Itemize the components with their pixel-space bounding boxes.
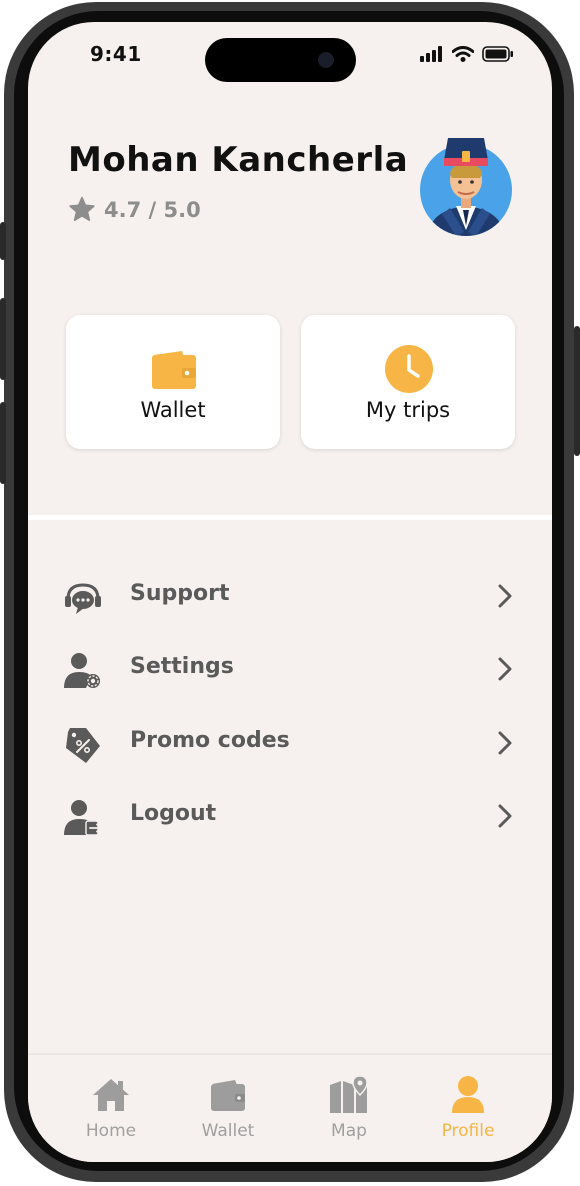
menu-item-logout[interactable]: Logout — [28, 789, 552, 845]
menu-item-settings[interactable]: Settings — [28, 642, 552, 698]
rating-value: 4.7 / 5.0 — [104, 197, 201, 222]
menu-item-promo-codes[interactable]: Promo codes — [28, 716, 552, 772]
action-button — [0, 222, 6, 260]
profile-rating: 4.7 / 5.0 — [68, 196, 201, 223]
nav-label-profile: Profile — [441, 1121, 495, 1141]
nav-tab-map[interactable]: Map — [299, 1075, 399, 1141]
menu-label-promo-codes: Promo codes — [130, 728, 290, 753]
support-chat-icon — [65, 583, 101, 614]
nav-label-home: Home — [85, 1121, 137, 1141]
nav-tab-home[interactable]: Home — [61, 1075, 161, 1141]
user-settings-icon — [64, 653, 100, 688]
menu-label-logout: Logout — [130, 801, 217, 826]
bottom-nav: Home Wallet Map Profile — [28, 1053, 552, 1162]
wifi-icon — [452, 46, 474, 62]
profile-name: Mohan Kancherla — [68, 140, 409, 180]
status-icons — [420, 46, 514, 62]
dynamic-island — [205, 38, 356, 82]
menu-label-support: Support — [130, 581, 230, 606]
wallet-card[interactable]: Wallet — [66, 315, 280, 449]
nav-tab-profile[interactable]: Profile — [418, 1075, 518, 1141]
chevron-right-icon — [498, 584, 512, 608]
promo-tag-icon — [66, 728, 100, 763]
volume-down-button — [0, 402, 6, 484]
menu-label-settings: Settings — [130, 654, 234, 679]
profile-icon — [452, 1076, 484, 1113]
nav-label-map: Map — [331, 1121, 367, 1141]
clock-icon — [385, 345, 433, 393]
nav-label-wallet: Wallet — [201, 1121, 255, 1141]
driver-avatar-icon[interactable] — [420, 136, 512, 236]
chevron-right-icon — [498, 657, 512, 681]
wallet-icon — [152, 351, 196, 389]
battery-icon — [482, 46, 513, 62]
section-divider — [28, 515, 552, 520]
home-icon — [93, 1079, 129, 1111]
volume-up-button — [0, 298, 6, 380]
signal-icon — [420, 46, 442, 62]
wallet-icon — [211, 1080, 245, 1111]
app-screen: 9:41 Mohan Kancherla 4.7 / 5.0 Wallet My… — [28, 22, 552, 1162]
map-icon — [330, 1075, 368, 1113]
star-icon — [69, 196, 95, 222]
chevron-right-icon — [498, 804, 512, 828]
my-trips-card[interactable]: My trips — [301, 315, 515, 449]
power-button — [574, 326, 580, 456]
nav-tab-wallet[interactable]: Wallet — [178, 1075, 278, 1141]
camera-icon — [318, 52, 334, 68]
wallet-card-label: Wallet — [140, 398, 206, 422]
my-trips-card-label: My trips — [365, 398, 451, 422]
chevron-right-icon — [498, 731, 512, 755]
menu-item-support[interactable]: Support — [28, 569, 552, 625]
status-time: 9:41 — [90, 42, 142, 66]
user-logout-icon — [64, 800, 102, 836]
